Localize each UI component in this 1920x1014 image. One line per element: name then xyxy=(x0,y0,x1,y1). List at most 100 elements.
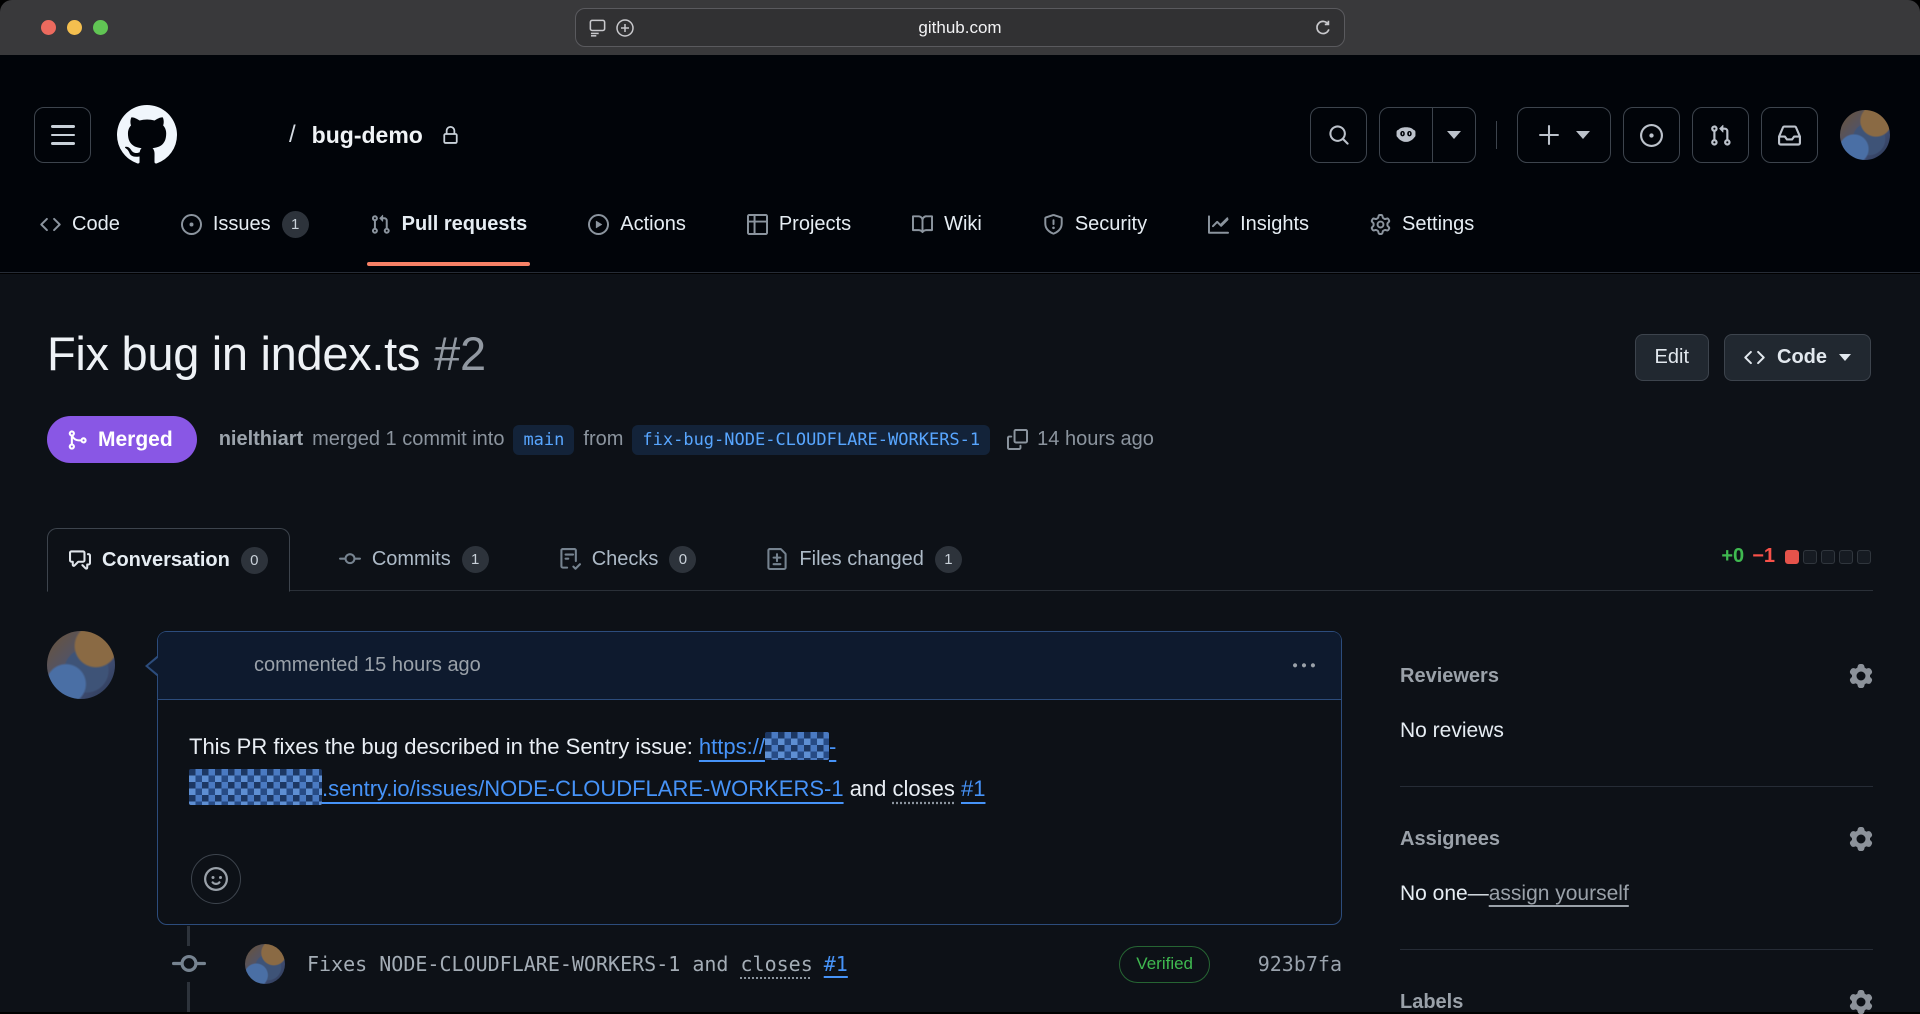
closes-keyword[interactable]: closes xyxy=(740,952,812,976)
assignees-section-header: Assignees xyxy=(1400,827,1873,851)
zoom-icon[interactable] xyxy=(93,20,108,35)
tab-wiki[interactable]: Wiki xyxy=(895,203,999,246)
tab-actions[interactable]: Actions xyxy=(571,203,703,246)
inbox-button[interactable] xyxy=(1761,107,1818,163)
diff-block-neutral xyxy=(1839,550,1853,564)
git-merge-icon xyxy=(66,429,88,451)
repo-name-link[interactable]: bug-demo xyxy=(312,122,423,149)
commit-message-link[interactable]: Fixes NODE-CLOUDFLARE-WORKERS-1 and clos… xyxy=(307,952,848,976)
smiley-icon xyxy=(204,867,228,891)
book-icon xyxy=(912,214,933,235)
reviewers-title: Reviewers xyxy=(1400,665,1499,688)
pr-tabs-list: Conversation 0 Commits 1 Checks 0 xyxy=(47,527,1873,591)
add-reaction-button[interactable] xyxy=(191,854,241,904)
close-icon[interactable] xyxy=(41,20,56,35)
user-avatar[interactable] xyxy=(1840,110,1890,160)
reviewers-gear-button[interactable] xyxy=(1849,664,1873,688)
head-branch-chip[interactable]: fix-bug-NODE-CLOUDFLARE-WORKERS-1 xyxy=(632,425,990,455)
assignees-gear-button[interactable] xyxy=(1849,827,1873,851)
path-separator: / xyxy=(289,121,296,149)
tab-security[interactable]: Security xyxy=(1026,203,1164,246)
pr-tab-strip: Conversation 0 Commits 1 Checks 0 xyxy=(47,527,1873,591)
code-dropdown-button[interactable]: Code xyxy=(1724,334,1871,381)
tab-label: Actions xyxy=(620,213,686,236)
closes-keyword[interactable]: closes xyxy=(893,776,955,801)
window-controls xyxy=(41,20,108,35)
url-text[interactable]: github.com xyxy=(576,18,1344,38)
commit-author-avatar[interactable] xyxy=(245,944,285,984)
search-icon xyxy=(1328,124,1350,146)
browser-chrome: github.com xyxy=(0,0,1920,55)
issue-1-link[interactable]: #1 xyxy=(824,952,848,976)
address-bar[interactable]: github.com xyxy=(575,8,1345,47)
lock-icon xyxy=(441,126,460,145)
tab-label: Files changed xyxy=(799,548,924,571)
gear-icon xyxy=(1370,214,1391,235)
edit-button-label: Edit xyxy=(1655,346,1689,369)
verified-badge[interactable]: Verified xyxy=(1119,946,1210,983)
link-hyphen: - xyxy=(829,734,836,759)
tab-label: Code xyxy=(72,213,120,236)
tab-files-changed[interactable]: Files changed 1 xyxy=(745,527,983,591)
gear-icon xyxy=(1849,990,1873,1014)
tab-conversation[interactable]: Conversation 0 xyxy=(47,528,290,592)
comment-body: This PR fixes the bug described in the S… xyxy=(158,700,1341,810)
labels-gear-button[interactable] xyxy=(1849,990,1873,1014)
tab-code[interactable]: Code xyxy=(23,203,137,246)
pull-requests-dashboard-button[interactable] xyxy=(1692,107,1749,163)
issues-count-badge: 1 xyxy=(282,211,309,238)
sentry-issue-link-continued[interactable]: .sentry.io/issues/NODE-CLOUDFLARE-WORKER… xyxy=(189,776,844,801)
copilot-menu-button[interactable] xyxy=(1432,108,1475,162)
breadcrumb: / bug-demo xyxy=(289,121,460,149)
graph-icon xyxy=(1208,214,1229,235)
sentry-issue-link[interactable]: https://- xyxy=(699,734,836,759)
assignees-empty-text: No one—assign yourself xyxy=(1400,882,1873,906)
tab-settings[interactable]: Settings xyxy=(1353,203,1491,246)
search-button[interactable] xyxy=(1310,107,1367,163)
merge-author-link[interactable]: nielthiart xyxy=(219,428,303,451)
deletions-count: −1 xyxy=(1752,545,1775,568)
sidebar-divider xyxy=(1400,949,1873,950)
gear-icon xyxy=(1849,827,1873,851)
github-logo[interactable] xyxy=(117,105,177,165)
tab-pull-requests[interactable]: Pull requests xyxy=(353,203,545,246)
issue-1-link[interactable]: #1 xyxy=(961,776,985,801)
issues-dashboard-button[interactable] xyxy=(1623,107,1680,163)
main-content: Fix bug in index.ts#2 Edit Code Merged n… xyxy=(0,274,1920,1012)
tab-insights[interactable]: Insights xyxy=(1191,203,1326,246)
caret-down-icon xyxy=(1447,131,1461,139)
comment-text: This PR fixes the bug described in the S… xyxy=(189,734,699,759)
create-new-button[interactable] xyxy=(1517,107,1611,163)
tab-commits[interactable]: Commits 1 xyxy=(318,527,510,591)
tab-label: Wiki xyxy=(944,213,982,236)
comment-discussion-icon xyxy=(69,549,91,571)
diff-block-neutral xyxy=(1803,550,1817,564)
tab-checks[interactable]: Checks 0 xyxy=(538,527,718,591)
tab-label: Projects xyxy=(779,213,851,236)
kebab-menu-button[interactable] xyxy=(1293,655,1315,677)
commits-count-badge: 1 xyxy=(462,546,489,573)
edit-button[interactable]: Edit xyxy=(1635,334,1709,381)
tab-label: Pull requests xyxy=(402,213,528,236)
assign-yourself-link[interactable]: assign yourself xyxy=(1489,882,1629,905)
tab-issues[interactable]: Issues 1 xyxy=(164,203,326,246)
git-commit-icon xyxy=(170,946,208,982)
checks-count-badge: 0 xyxy=(669,546,696,573)
shield-icon xyxy=(1043,214,1064,235)
minimize-icon[interactable] xyxy=(67,20,82,35)
copilot-chat-button[interactable] xyxy=(1380,108,1432,162)
conversation-count-badge: 0 xyxy=(241,547,268,574)
comment-text: and xyxy=(844,776,893,801)
diff-block-neutral xyxy=(1857,550,1871,564)
copy-icon[interactable] xyxy=(1007,429,1028,450)
checklist-icon xyxy=(559,548,581,570)
comment-author-avatar[interactable] xyxy=(47,631,115,699)
tab-label: Settings xyxy=(1402,213,1474,236)
inbox-icon xyxy=(1778,124,1801,147)
hamburger-menu-button[interactable] xyxy=(34,107,91,163)
base-branch-chip[interactable]: main xyxy=(513,425,574,455)
commit-sha-link[interactable]: 923b7fa xyxy=(1250,952,1342,976)
tab-projects[interactable]: Projects xyxy=(730,203,868,246)
diff-block-neutral xyxy=(1821,550,1835,564)
tab-label: Security xyxy=(1075,213,1147,236)
